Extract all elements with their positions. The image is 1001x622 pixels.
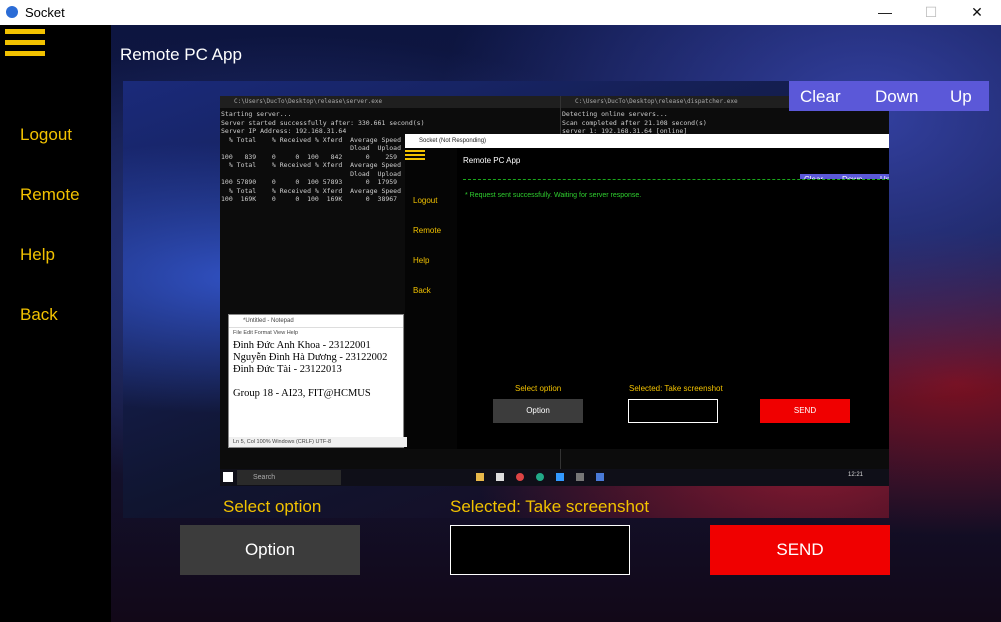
hamburger-icon[interactable]	[5, 29, 45, 57]
notepad-status: Ln 5, Col 100% Windows (CRLF) UTF-8	[229, 437, 407, 447]
sidebar-item-help[interactable]: Help	[20, 245, 55, 265]
page-title: Remote PC App	[120, 45, 242, 64]
notepad-text: Đinh Đức Anh Khoa - 23122001 Nguyễn Đình…	[233, 340, 388, 399]
notepad-window: *Untitled - Notepad File Edit Format Vie…	[228, 314, 407, 448]
close-button[interactable]: ✕	[954, 0, 1000, 25]
vscode-icon	[556, 473, 564, 481]
inner-app-window: Socket (Not Responding) Logout Remote He…	[405, 134, 889, 449]
selected-option-label: Selected: Take screenshot	[450, 497, 650, 516]
taskbar-clock: 12:21	[847, 472, 863, 478]
remote-screenshot-image: C:\Users\DucTo\Desktop\release\server.ex…	[220, 96, 889, 486]
main-panel: Remote PC App C:\Users\DucTo\Desktop\rel…	[111, 25, 1001, 622]
taskbar-search: Search	[237, 470, 341, 485]
maximize-button[interactable]: ☐	[908, 0, 954, 25]
inner-selected-label: Selected: Take screenshot	[629, 384, 723, 393]
clear-button[interactable]: Clear	[800, 87, 841, 107]
inner-send-button: SEND	[760, 399, 850, 423]
inner-hamburger-icon	[405, 150, 425, 162]
screenshot-display[interactable]: C:\Users\DucTo\Desktop\release\server.ex…	[123, 81, 889, 518]
app-icon	[6, 6, 18, 18]
sidebar-item-logout[interactable]: Logout	[20, 125, 72, 145]
select-option-label: Select option	[223, 497, 322, 516]
option-button[interactable]: Option	[180, 525, 360, 575]
inner-app-sidebar: Logout Remote Help Back	[405, 148, 457, 449]
notepad-title: *Untitled - Notepad	[229, 315, 403, 328]
window-title: Socket	[25, 5, 65, 20]
scroll-up-button[interactable]: Up	[950, 87, 972, 107]
inner-nav-logout: Logout	[413, 196, 438, 205]
server-terminal-title: C:\Users\DucTo\Desktop\release\server.ex…	[220, 96, 560, 108]
inner-nav-remote: Remote	[413, 226, 442, 235]
scroll-control-bar: Clear Down Up	[789, 81, 989, 111]
minimize-button[interactable]: —	[862, 0, 908, 25]
inner-nav-help: Help	[413, 256, 430, 265]
folder-icon	[476, 473, 484, 481]
inner-nav-back: Back	[413, 286, 431, 295]
inner-select-label: Select option	[515, 384, 562, 393]
browser-icon	[516, 473, 524, 481]
sidebar: Logout Remote Help Back	[0, 25, 111, 622]
selected-value-box[interactable]	[450, 525, 630, 575]
dispatcher-terminal-output: Detecting online servers... Scan complet…	[562, 110, 707, 135]
notepad-menu: File Edit Format View Help	[233, 330, 299, 336]
edge-icon	[536, 473, 544, 481]
inner-app-title: Remote PC App	[463, 156, 521, 165]
sidebar-item-back[interactable]: Back	[20, 305, 58, 325]
store-icon	[496, 473, 504, 481]
inner-app-title-bar: Socket (Not Responding)	[405, 134, 889, 148]
terminal-icon	[576, 473, 584, 481]
inner-option-button: Option	[493, 399, 583, 423]
send-button[interactable]: SEND	[710, 525, 890, 575]
windows-start-icon	[223, 472, 233, 482]
inner-taskbar: Search 12:21	[220, 469, 889, 486]
inner-console: * Request sent successfully. Waiting for…	[463, 179, 889, 380]
sidebar-item-remote[interactable]: Remote	[20, 185, 80, 205]
inner-selected-box	[628, 399, 718, 423]
socket-app-icon	[596, 473, 604, 481]
title-bar: Socket — ☐ ✕	[0, 0, 1001, 25]
scroll-down-button[interactable]: Down	[875, 87, 918, 107]
inner-console-line: * Request sent successfully. Waiting for…	[465, 192, 642, 199]
